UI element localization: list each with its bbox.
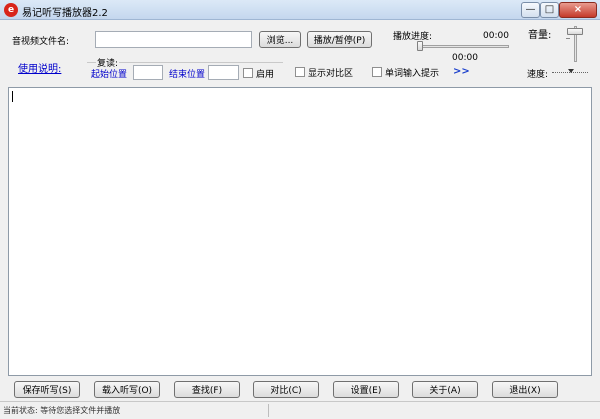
- progress-slider-thumb[interactable]: [417, 41, 423, 51]
- word-hint-label: 单词输入提示: [385, 69, 440, 79]
- current-time: 00:00: [483, 31, 509, 41]
- title-bar: e 易记听写播放器2.2 — □ ×: [0, 0, 600, 20]
- enable-repeat-checkbox[interactable]: [243, 68, 253, 78]
- play-pause-button[interactable]: 播放/暂停(P): [307, 31, 372, 48]
- window-title: 易记听写播放器2.2: [22, 8, 108, 19]
- volume-tick: [566, 38, 570, 39]
- progress-slider-track[interactable]: [417, 45, 509, 48]
- minimize-button[interactable]: —: [521, 2, 540, 18]
- show-compare-label: 显示对比区: [308, 69, 354, 79]
- status-bar: 当前状态: 等待您选择文件并播放: [0, 401, 600, 419]
- file-name-label: 音视频文件名:: [12, 37, 70, 47]
- speed-slider-thumb[interactable]: [568, 69, 574, 73]
- file-name-input[interactable]: [95, 31, 252, 48]
- compare-button[interactable]: 对比(C): [253, 381, 319, 398]
- load-dictation-button[interactable]: 载入听写(O): [94, 381, 160, 398]
- exit-button[interactable]: 退出(X): [492, 381, 558, 398]
- about-button[interactable]: 关于(A): [412, 381, 478, 398]
- progress-label: 播放进度:: [393, 32, 433, 42]
- status-text: 当前状态: 等待您选择文件并播放: [3, 406, 121, 415]
- close-button[interactable]: ×: [559, 2, 597, 18]
- save-dictation-button[interactable]: 保存听写(S): [14, 381, 80, 398]
- browse-button[interactable]: 浏览...: [259, 31, 301, 48]
- end-position-input[interactable]: [208, 65, 239, 80]
- speed-label: 速度:: [527, 70, 549, 80]
- expand-arrows-button[interactable]: >>: [453, 66, 470, 77]
- start-position-input[interactable]: [133, 65, 163, 80]
- settings-button[interactable]: 设置(E): [333, 381, 399, 398]
- text-caret: [12, 91, 13, 102]
- dictation-text-area[interactable]: [8, 87, 592, 376]
- volume-label: 音量:: [528, 30, 552, 41]
- status-divider: [268, 404, 269, 417]
- maximize-button[interactable]: □: [540, 2, 559, 18]
- start-position-label: 起始位置: [91, 70, 128, 80]
- volume-slider-thumb[interactable]: [567, 28, 583, 35]
- enable-repeat-label: 启用: [256, 70, 275, 80]
- end-position-label: 结束位置: [169, 70, 206, 80]
- show-compare-checkbox[interactable]: [295, 67, 305, 77]
- find-button[interactable]: 查找(F): [174, 381, 240, 398]
- total-time: 00:00: [452, 53, 478, 63]
- help-link[interactable]: 使用说明:: [18, 60, 61, 75]
- app-logo-icon: e: [4, 3, 18, 17]
- word-hint-checkbox[interactable]: [372, 67, 382, 77]
